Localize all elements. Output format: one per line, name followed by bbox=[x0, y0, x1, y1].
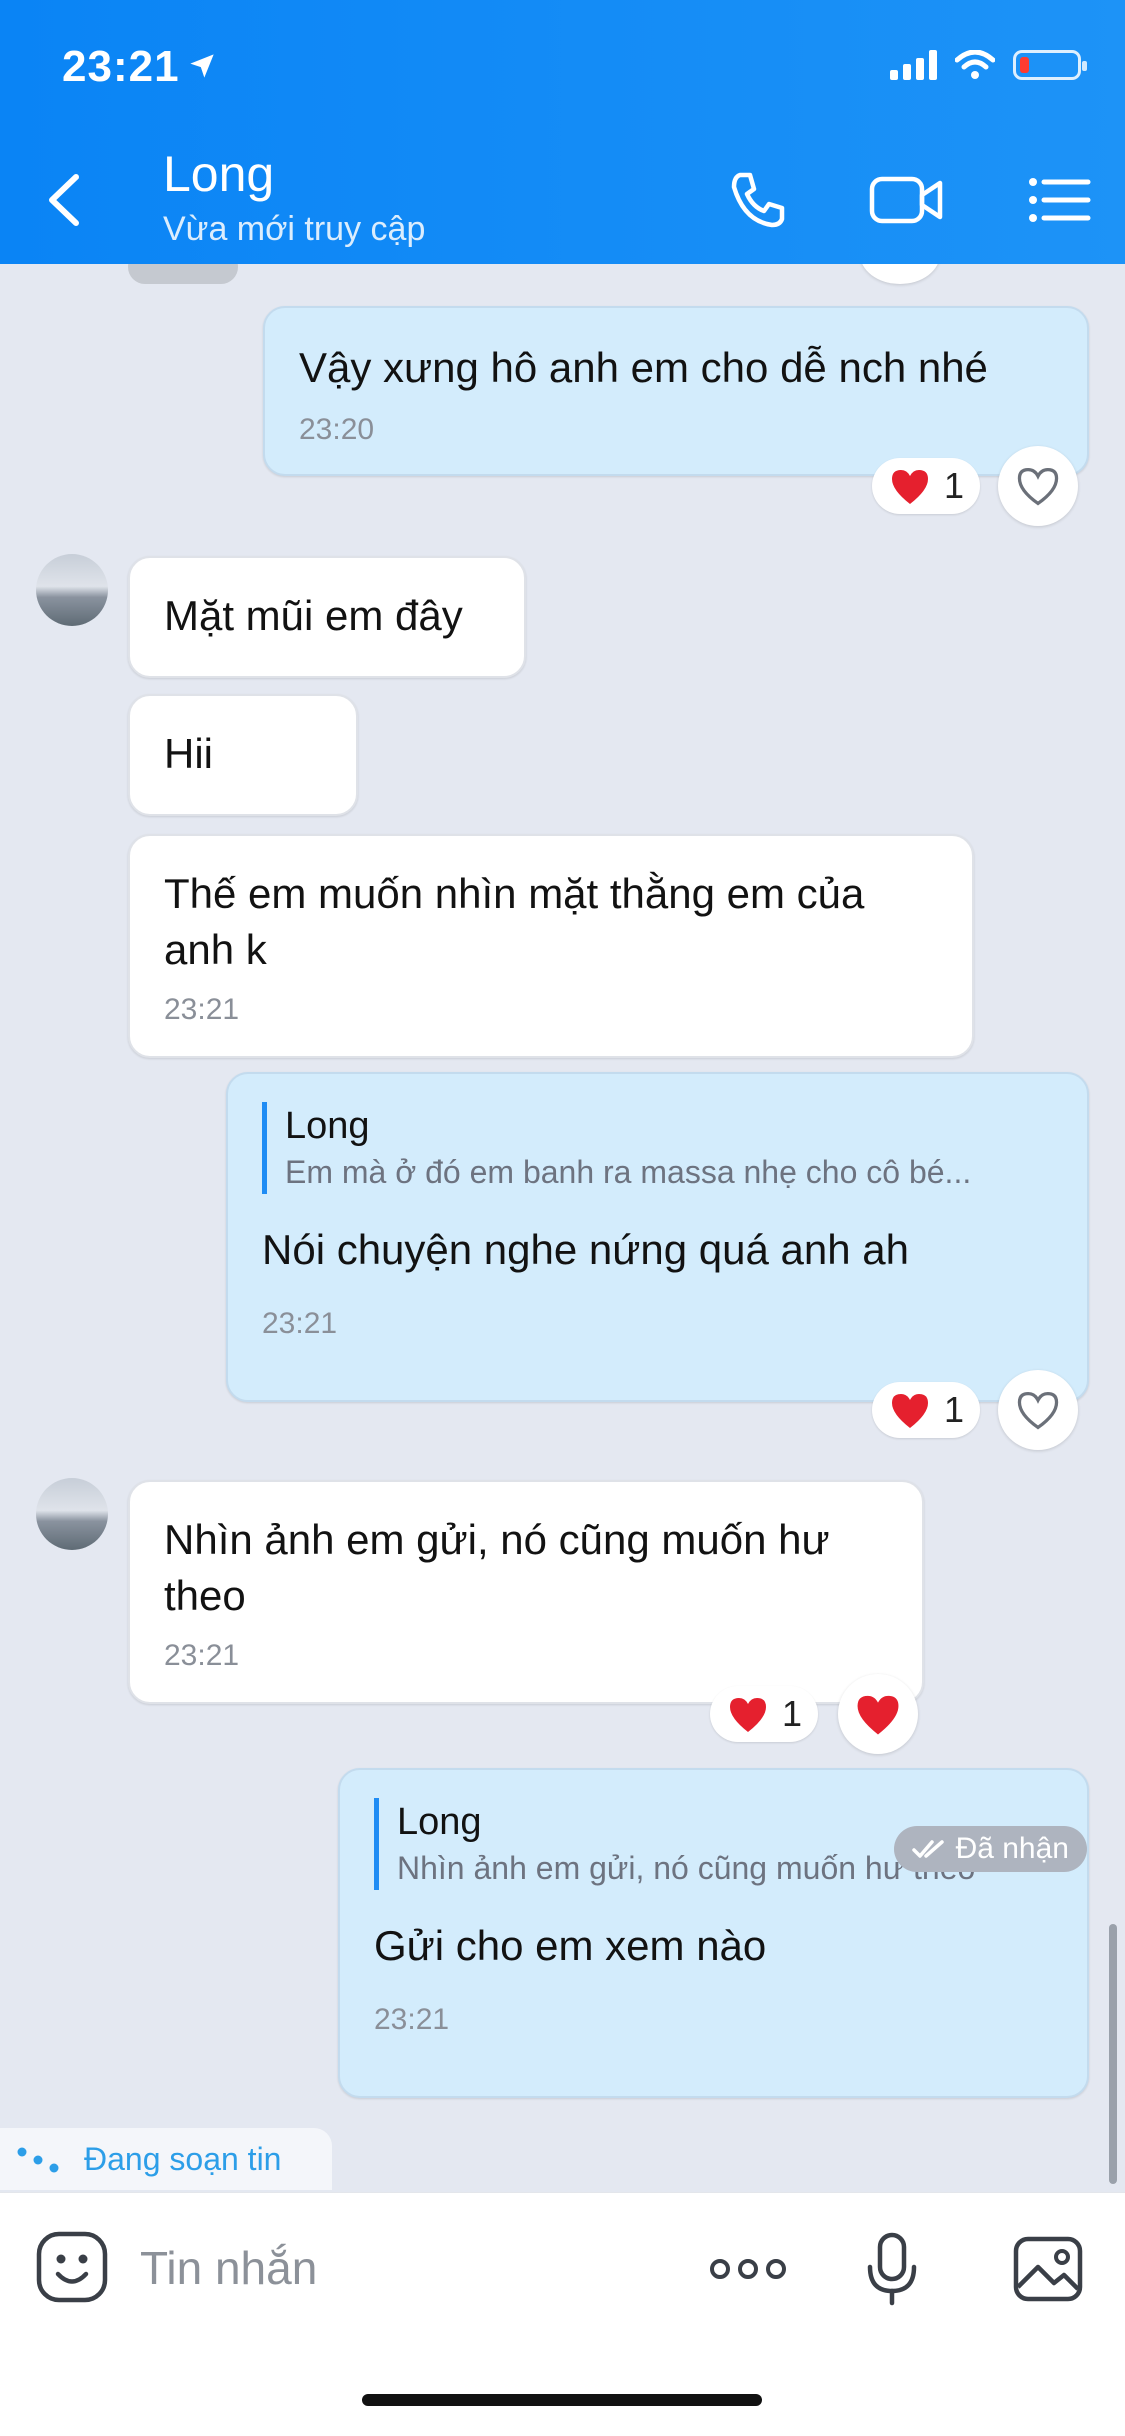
typing-dots-icon bbox=[17, 2147, 59, 2173]
heart-icon bbox=[857, 1695, 899, 1735]
chat-header: 23:21 Long Vừa mới truy cập bbox=[0, 0, 1125, 264]
message-bubble-incoming[interactable]: Nhìn ảnh em gửi, nó cũng muốn hư theo 23… bbox=[128, 1480, 924, 1704]
previous-timestamp bbox=[128, 264, 238, 284]
location-arrow-icon bbox=[190, 54, 214, 78]
message-bubble-incoming[interactable]: Mặt mũi em đây bbox=[128, 556, 526, 678]
message-text: Nói chuyện nghe nứng quá anh ah bbox=[262, 1226, 909, 1273]
typing-text: Đang soạn tin bbox=[84, 2140, 282, 2177]
message-list[interactable]: Vậy xưng hô anh em cho dễ nch nhé 23:20 … bbox=[0, 264, 1125, 2192]
video-camera-icon[interactable] bbox=[866, 165, 948, 235]
message-bubble-incoming[interactable]: Hii bbox=[128, 694, 358, 816]
reaction-count: 1 bbox=[782, 1693, 803, 1734]
delivery-status-badge: Đã nhận bbox=[893, 1826, 1087, 1872]
react-heart-button[interactable] bbox=[998, 446, 1078, 526]
phone-icon[interactable] bbox=[722, 165, 792, 235]
heart-icon bbox=[730, 1698, 766, 1732]
more-options-icon[interactable] bbox=[706, 2229, 790, 2309]
image-gallery-icon[interactable] bbox=[1008, 2229, 1088, 2309]
heart-outline-icon bbox=[1017, 467, 1059, 506]
delivery-status-text: Đã nhận bbox=[955, 1832, 1069, 1865]
contact-status: Vừa mới truy cập bbox=[163, 210, 426, 248]
double-check-icon bbox=[911, 1840, 944, 1858]
message-text: Gửi cho em xem nào bbox=[374, 1922, 767, 1969]
reaction-count-pill[interactable]: 1 bbox=[872, 458, 981, 514]
react-heart-button[interactable] bbox=[998, 1370, 1078, 1450]
home-indicator[interactable] bbox=[362, 2394, 762, 2406]
battery-icon bbox=[1013, 50, 1087, 80]
react-heart-button-active[interactable] bbox=[838, 1674, 918, 1754]
message-bubble-outgoing[interactable]: Long Em mà ở đó em banh ra massa nhẹ cho… bbox=[226, 1072, 1089, 1402]
microphone-icon[interactable] bbox=[852, 2229, 932, 2309]
cellular-signal-icon bbox=[890, 50, 937, 80]
message-bubble-outgoing[interactable]: Vậy xưng hô anh em cho dễ nch nhé 23:20 bbox=[263, 306, 1089, 476]
message-text: Thế em muốn nhìn mặt thằng em của anh k bbox=[164, 870, 865, 973]
back-chevron-icon[interactable] bbox=[40, 165, 90, 235]
reaction-count: 1 bbox=[944, 465, 965, 506]
message-text: Hii bbox=[164, 730, 213, 777]
emoji-sticker-icon[interactable] bbox=[34, 2229, 110, 2305]
previous-react-button[interactable] bbox=[860, 264, 940, 284]
quote-text: Em mà ở đó em banh ra massa nhẹ cho cô b… bbox=[285, 1154, 972, 1190]
message-bubble-incoming[interactable]: Thế em muốn nhìn mặt thằng em của anh k … bbox=[128, 834, 974, 1058]
message-bubble-outgoing[interactable]: Long Nhìn ảnh em gửi, nó cũng muốn hư th… bbox=[338, 1768, 1089, 2098]
message-input[interactable] bbox=[140, 2233, 660, 2303]
wifi-icon bbox=[955, 50, 995, 79]
status-time: 23:21 bbox=[62, 42, 180, 91]
message-text: Nhìn ảnh em gửi, nó cũng muốn hư theo bbox=[164, 1516, 830, 1619]
message-text: Vậy xưng hô anh em cho dễ nch nhé bbox=[299, 344, 988, 391]
reaction-count-pill[interactable]: 1 bbox=[872, 1382, 981, 1438]
message-time: 23:20 bbox=[299, 413, 375, 446]
message-time: 23:21 bbox=[262, 1307, 338, 1340]
heart-icon bbox=[892, 1394, 928, 1428]
chat-scrollbar[interactable] bbox=[1109, 1924, 1117, 2184]
contact-avatar[interactable] bbox=[36, 1478, 108, 1550]
contact-name[interactable]: Long bbox=[163, 145, 274, 203]
contact-avatar[interactable] bbox=[36, 554, 108, 626]
quoted-reply[interactable]: Long Em mà ở đó em banh ra massa nhẹ cho… bbox=[262, 1102, 1053, 1194]
message-time: 23:21 bbox=[164, 993, 240, 1026]
reaction-count: 1 bbox=[944, 1389, 965, 1430]
message-time: 23:21 bbox=[164, 1639, 240, 1672]
status-icons bbox=[890, 50, 1087, 80]
quote-author: Long bbox=[285, 1105, 370, 1147]
message-time: 23:21 bbox=[374, 2003, 450, 2036]
heart-outline-icon bbox=[1017, 1391, 1059, 1430]
typing-indicator: Đang soạn tin bbox=[0, 2128, 332, 2190]
list-menu-icon[interactable] bbox=[1024, 165, 1094, 235]
heart-icon bbox=[892, 470, 928, 504]
message-text: Mặt mũi em đây bbox=[164, 592, 463, 639]
reaction-count-pill[interactable]: 1 bbox=[710, 1686, 819, 1742]
